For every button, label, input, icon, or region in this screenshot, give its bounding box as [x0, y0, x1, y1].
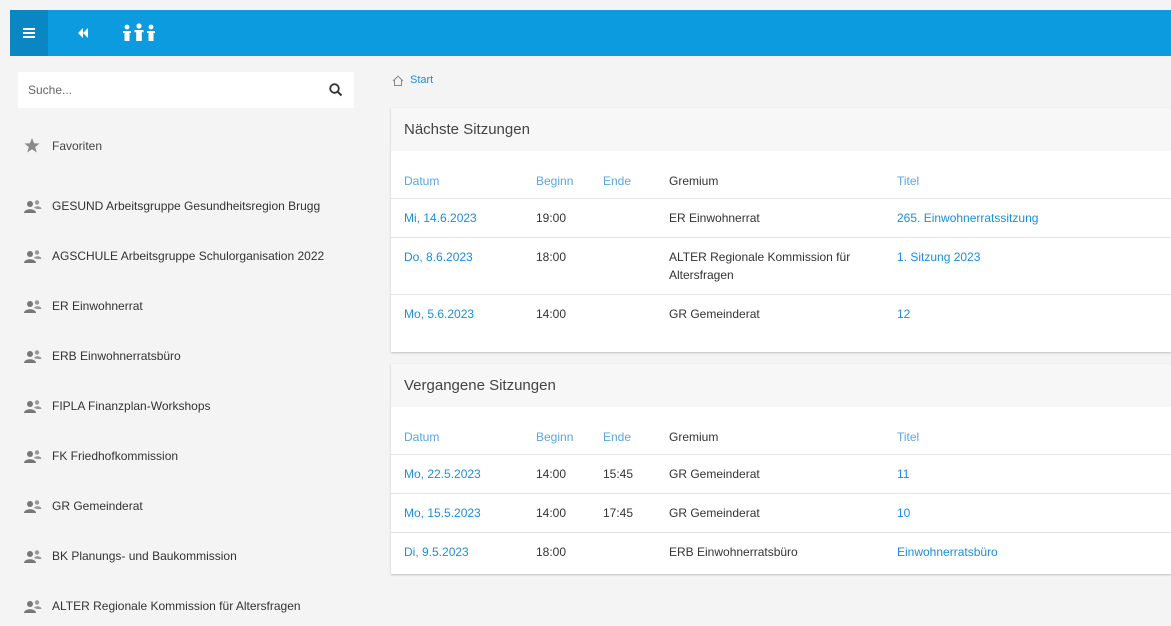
sidebar-item[interactable]: FK Friedhofkommission	[24, 431, 324, 481]
past-meetings-table: Datum Beginn Ende Gremium Titel Mo, 22.5…	[391, 407, 1171, 574]
meeting-committee: ALTER Regionale Kommission für Altersfra…	[656, 236, 884, 294]
meeting-committee: GR Gemeinderat	[656, 293, 884, 352]
meeting-end	[590, 531, 656, 574]
group-icon	[24, 550, 42, 563]
meeting-start: 14:00	[523, 293, 590, 352]
meeting-title-link[interactable]: Einwohnerratsbüro	[884, 531, 1171, 574]
group-icon	[24, 350, 42, 363]
meeting-date-link[interactable]: Mo, 22.5.2023	[391, 453, 523, 493]
meeting-start: 14:00	[523, 453, 590, 493]
table-row: Do, 8.6.2023 18:00 ALTER Regionale Kommi…	[391, 236, 1171, 294]
sidebar-item-label: ERB Einwohnerratsbüro	[52, 349, 181, 363]
meeting-date-link[interactable]: Mi, 14.6.2023	[391, 197, 523, 237]
top-bar	[10, 10, 1171, 56]
group-icon	[24, 250, 42, 263]
sidebar-item[interactable]: ER Einwohnerrat	[24, 281, 324, 331]
table-row: Mo, 15.5.2023 14:00 17:45 GR Gemeinderat…	[391, 492, 1171, 532]
group-icon	[24, 450, 42, 463]
meeting-end	[590, 197, 656, 237]
favorites-label: Favoriten	[52, 138, 103, 153]
meeting-title-link[interactable]: 10	[884, 492, 1171, 532]
column-ende[interactable]: Ende	[590, 407, 656, 454]
sidebar-item-label: AGSCHULE Arbeitsgruppe Schulorganisation…	[52, 249, 325, 263]
sidebar-item[interactable]: ALTER Regionale Kommission für Altersfra…	[24, 581, 324, 626]
meeting-date-link[interactable]: Di, 9.5.2023	[391, 531, 523, 574]
sidebar: Favoriten GESUND Arbeitsgruppe Gesundhei…	[10, 56, 370, 626]
sidebar-item[interactable]: GR Gemeinderat	[24, 481, 324, 531]
meeting-title-link[interactable]: 12	[884, 293, 1171, 352]
sidebar-item-label: ER Einwohnerrat	[52, 299, 143, 313]
next-meetings-table: Datum Beginn Ende Gremium Titel Mi, 14.6…	[391, 151, 1171, 352]
meeting-end: 15:45	[590, 453, 656, 493]
next-meetings-card: Nächste Sitzungen Datum Beginn Ende Grem…	[391, 108, 1171, 352]
meeting-end	[590, 236, 656, 294]
hamburger-icon[interactable]	[10, 10, 48, 56]
column-beginn[interactable]: Beginn	[523, 151, 590, 198]
search-box	[18, 72, 354, 108]
meeting-start: 19:00	[523, 197, 590, 237]
group-icon	[24, 200, 42, 213]
meeting-start: 18:00	[523, 531, 590, 574]
meeting-end	[590, 293, 656, 352]
column-gremium: Gremium	[669, 430, 719, 445]
group-icon	[24, 400, 42, 413]
meeting-start: 14:00	[523, 492, 590, 532]
meeting-end: 17:45	[590, 492, 656, 532]
meeting-date-link[interactable]: Mo, 5.6.2023	[391, 293, 523, 352]
group-icon	[24, 500, 42, 513]
column-titel[interactable]: Titel	[884, 151, 1171, 198]
sidebar-item-label: GR Gemeinderat	[52, 499, 143, 513]
meeting-title-link[interactable]: 1. Sitzung 2023	[884, 236, 1171, 294]
search-input[interactable]	[28, 83, 328, 97]
sidebar-item[interactable]: FIPLA Finanzplan-Workshops	[24, 381, 324, 431]
meeting-committee: ER Einwohnerrat	[656, 197, 884, 237]
card-title: Vergangene Sitzungen	[391, 364, 1171, 407]
meeting-committee: GR Gemeinderat	[656, 453, 884, 493]
meeting-date-link[interactable]: Mo, 15.5.2023	[391, 492, 523, 532]
column-datum[interactable]: Datum	[391, 151, 523, 198]
favorites-item[interactable]: Favoriten	[24, 138, 102, 153]
sidebar-item-label: FIPLA Finanzplan-Workshops	[52, 399, 211, 413]
card-title: Nächste Sitzungen	[391, 108, 1171, 151]
meeting-start: 18:00	[523, 236, 590, 294]
table-row: Mo, 22.5.2023 14:00 15:45 GR Gemeinderat…	[391, 453, 1171, 493]
table-header-row: Datum Beginn Ende Gremium Titel	[391, 151, 1171, 198]
meeting-committee: GR Gemeinderat	[656, 492, 884, 532]
column-ende[interactable]: Ende	[590, 151, 656, 198]
column-titel[interactable]: Titel	[884, 407, 1171, 454]
past-meetings-card: Vergangene Sitzungen Datum Beginn Ende G…	[391, 364, 1171, 574]
sidebar-item-label: BK Planungs- und Baukommission	[52, 549, 237, 563]
sidebar-item[interactable]: BK Planungs- und Baukommission	[24, 531, 324, 581]
sidebar-item[interactable]: AGSCHULE Arbeitsgruppe Schulorganisation…	[24, 231, 324, 281]
column-beginn[interactable]: Beginn	[523, 407, 590, 454]
breadcrumb-start[interactable]: Start	[410, 74, 433, 86]
sidebar-item[interactable]: GESUND Arbeitsgruppe Gesundheitsregion B…	[24, 181, 324, 231]
people-group-icon[interactable]	[118, 10, 160, 56]
meeting-date-link[interactable]: Do, 8.6.2023	[391, 236, 523, 294]
sidebar-item[interactable]: ERB Einwohnerratsbüro	[24, 331, 324, 381]
table-row: Mo, 5.6.2023 14:00 GR Gemeinderat 12	[391, 293, 1171, 352]
sidebar-item-label: GESUND Arbeitsgruppe Gesundheitsregion B…	[52, 199, 321, 213]
search-icon[interactable]	[328, 82, 344, 98]
table-row: Mi, 14.6.2023 19:00 ER Einwohnerrat 265.…	[391, 197, 1171, 237]
meeting-title-link[interactable]: 265. Einwohnerratssitzung	[884, 197, 1171, 237]
breadcrumb[interactable]: Start	[392, 74, 433, 86]
group-icon	[24, 300, 42, 313]
column-gremium: Gremium	[669, 174, 719, 189]
committee-list: GESUND Arbeitsgruppe Gesundheitsregion B…	[24, 194, 324, 626]
sidebar-item-label: ALTER Regionale Kommission für Altersfra…	[52, 599, 301, 613]
group-icon	[24, 600, 42, 613]
star-icon	[24, 138, 40, 153]
meeting-committee: ERB Einwohnerratsbüro	[656, 531, 884, 574]
column-datum[interactable]: Datum	[391, 407, 523, 454]
table-header-row: Datum Beginn Ende Gremium Titel	[391, 407, 1171, 454]
home-icon	[392, 75, 404, 86]
sidebar-item-label: FK Friedhofkommission	[52, 449, 179, 463]
meeting-title-link[interactable]: 11	[884, 453, 1171, 493]
table-row: Di, 9.5.2023 18:00 ERB Einwohnerratsbüro…	[391, 531, 1171, 574]
double-chevron-left-icon[interactable]	[68, 10, 98, 56]
